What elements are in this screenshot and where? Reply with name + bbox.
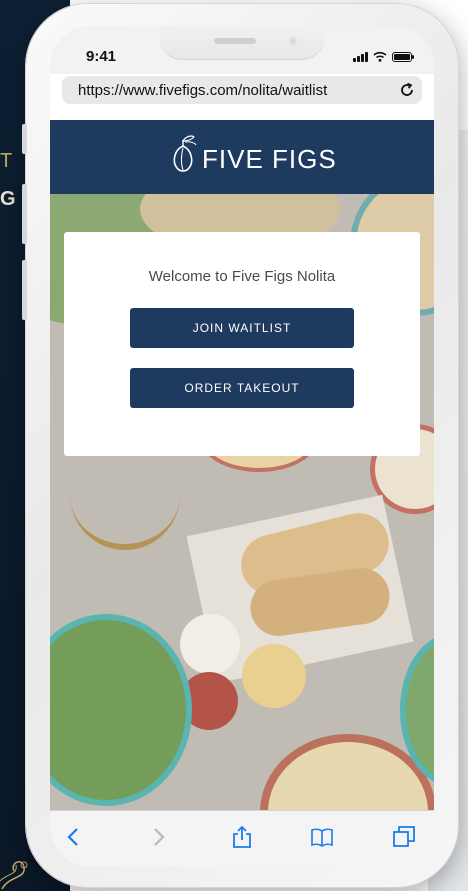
status-icons (353, 50, 414, 62)
back-icon[interactable] (62, 825, 86, 849)
status-time: 9:41 (86, 48, 117, 65)
phone-notch (160, 26, 324, 60)
address-bar[interactable]: https://www.fivefigs.com/nolita/waitlist (62, 76, 422, 104)
url-text[interactable]: https://www.fivefigs.com/nolita/waitlist (78, 82, 327, 99)
camera-icon (288, 36, 298, 46)
browser-toolbar (50, 810, 434, 866)
backdrop-text-fragment: G (0, 188, 17, 210)
fig-logo-icon (173, 135, 197, 172)
battery-icon (392, 52, 414, 62)
phone-frame: 9:41 https://www.fivefigs.com/nolita/wai… (22, 4, 458, 887)
join-waitlist-button[interactable]: JOIN WAITLIST (130, 308, 354, 348)
wifi-icon (373, 51, 387, 62)
volume-up-button (22, 184, 27, 244)
bookmarks-icon[interactable] (310, 825, 334, 849)
phone-screen: 9:41 https://www.fivefigs.com/nolita/wai… (50, 26, 434, 866)
signal-icon (353, 52, 368, 62)
forward-icon[interactable] (146, 825, 170, 849)
site-header: FIVE FIGS (50, 120, 434, 194)
site-logo-text[interactable]: FIVE FIGS (202, 144, 337, 175)
backdrop-text-fragment: T (0, 150, 14, 172)
welcome-card: Welcome to Five Figs Nolita JOIN WAITLIS… (64, 232, 420, 456)
speaker-grille (214, 38, 256, 44)
share-icon[interactable] (230, 825, 254, 849)
order-takeout-button[interactable]: ORDER TAKEOUT (130, 368, 354, 408)
tabs-icon[interactable] (392, 825, 416, 849)
volume-down-button (22, 260, 27, 320)
welcome-title: Welcome to Five Figs Nolita (148, 268, 336, 285)
mute-switch (22, 124, 27, 154)
reload-icon[interactable] (398, 81, 416, 99)
